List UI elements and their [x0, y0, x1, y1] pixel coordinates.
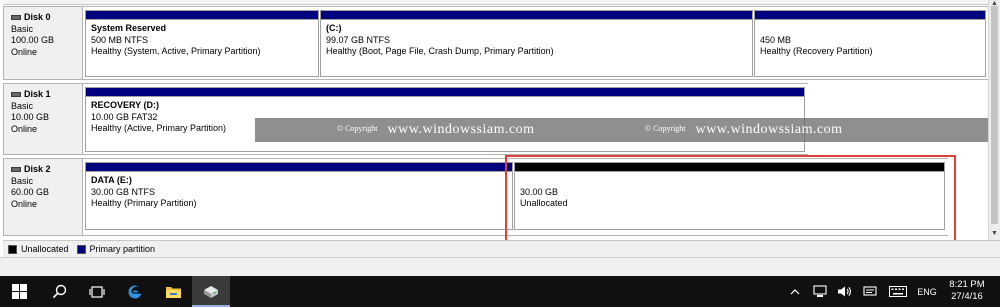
legend-label: Unallocated [21, 244, 69, 254]
input-language-button[interactable]: ENG [914, 276, 940, 307]
partition-status: Healthy (System, Active, Primary Partiti… [91, 46, 261, 56]
show-hidden-icons-button[interactable] [786, 276, 804, 307]
scrollbar-thumb[interactable] [991, 6, 998, 224]
search-button[interactable] [40, 276, 78, 307]
disk-status: Online [11, 123, 38, 134]
action-center-button[interactable] [860, 276, 880, 307]
watermark-right: © Copyright www.windowssiam.com [645, 122, 843, 138]
status-bar [0, 257, 1000, 276]
disk-size: 100.00 GB [11, 35, 55, 45]
scroll-down-icon[interactable]: ▼ [991, 230, 998, 238]
watermark-band: © Copyright www.windowssiam.com © Copyrig… [255, 118, 988, 142]
disk-icon [11, 167, 21, 173]
partition-name: DATA (E:) [91, 175, 132, 185]
partition-bar [86, 11, 318, 20]
legend: Unallocated Primary partition [3, 240, 1000, 257]
disk-label-0[interactable]: Disk 0 Basic 100.00 GB Online [3, 6, 83, 80]
watermark-copyright: © Copyright [645, 124, 686, 133]
file-explorer-button[interactable] [154, 276, 192, 307]
partition-detail: 99.07 GB NTFS [326, 34, 391, 45]
partition-name [760, 23, 985, 35]
disk-row-2[interactable]: Disk 2 Basic 60.00 GB Online DATA (E:) 3… [3, 158, 993, 236]
watermark-url: www.windowssiam.com [387, 122, 535, 137]
chevron-up-icon [790, 288, 800, 294]
partition-status: Healthy (Primary Partition) [91, 198, 197, 208]
disk-size: 60.00 GB [11, 187, 50, 197]
touch-keyboard-button[interactable] [886, 276, 910, 307]
disk-name: Disk 0 [24, 12, 51, 22]
partition-unallocated[interactable]: 30.00 GB Unallocated [514, 162, 945, 230]
task-view-icon [89, 285, 105, 298]
partition-detail: 450 MB [760, 34, 792, 45]
disk-label-1[interactable]: Disk 1 Basic 10.00 GB Online [3, 83, 83, 155]
watermark-url: www.windowssiam.com [695, 122, 843, 137]
start-button[interactable] [0, 276, 38, 307]
top-scroll-edge [3, 0, 988, 5]
disk-icon [11, 15, 21, 21]
disk-type: Basic [11, 175, 34, 186]
partition-system-reserved[interactable]: System Reserved 500 MB NTFS Healthy (Sys… [85, 10, 319, 77]
disk-icon [11, 92, 21, 98]
clock-time: 8:21 PM [949, 279, 985, 290]
disk-map-area: Disk 0 Basic 100.00 GB Online System Res… [0, 0, 1000, 257]
watermark-left: © Copyright www.windowssiam.com [337, 122, 535, 138]
tray-device-button[interactable] [810, 276, 830, 307]
volume-button[interactable] [834, 276, 854, 307]
partition-data-e[interactable]: DATA (E:) 30.00 GB NTFS Healthy (Primary… [85, 162, 513, 230]
speaker-icon [837, 286, 851, 297]
legend-swatch-primary [76, 244, 86, 254]
taskbar-clock[interactable]: 8:21 PM 27/4/16 [944, 279, 990, 303]
disk-status: Online [11, 46, 38, 57]
disk-status: Online [11, 198, 38, 209]
partition-name: System Reserved [91, 23, 167, 33]
disk-type: Basic [11, 23, 34, 34]
clock-date: 27/4/16 [951, 291, 983, 302]
disk-type: Basic [11, 100, 34, 111]
vertical-scrollbar[interactable]: ▲ ▼ [988, 0, 1000, 240]
device-icon [813, 285, 827, 297]
legend-item-primary: Primary partition [76, 244, 156, 254]
partition-bar [86, 88, 804, 97]
partition-name: RECOVERY (D:) [91, 100, 160, 110]
partition-c[interactable]: (C:) 99.07 GB NTFS Healthy (Boot, Page F… [320, 10, 753, 77]
edge-browser-icon [128, 284, 142, 298]
partition-bar [86, 163, 512, 172]
edge-button[interactable] [116, 276, 154, 307]
legend-swatch-unallocated [8, 244, 17, 254]
partition-detail: 30.00 GB [520, 186, 559, 197]
disk-name: Disk 2 [24, 164, 51, 174]
windows-logo-icon [11, 284, 27, 299]
partition-bar [755, 11, 985, 20]
disk-label-2[interactable]: Disk 2 Basic 60.00 GB Online [3, 158, 83, 236]
task-view-button[interactable] [78, 276, 116, 307]
disk-name: Disk 1 [24, 89, 51, 99]
language-indicator: ENG [917, 286, 937, 297]
taskbar: ENG 8:21 PM 27/4/16 [0, 276, 1000, 307]
keyboard-icon [889, 286, 907, 297]
folder-icon [165, 286, 181, 298]
message-icon [863, 285, 877, 296]
disk-management-icon [204, 285, 218, 298]
partition-recovery[interactable]: 450 MB Healthy (Recovery Partition) [754, 10, 986, 77]
unallocated-bar [515, 163, 944, 172]
search-icon [52, 284, 66, 299]
disk-row-0[interactable]: Disk 0 Basic 100.00 GB Online System Res… [3, 6, 993, 80]
partition-status: Healthy (Recovery Partition) [760, 46, 873, 56]
partition-name [520, 175, 944, 187]
partition-bar [321, 11, 752, 20]
disk-size: 10.00 GB [11, 112, 50, 122]
partition-status: Healthy (Boot, Page File, Crash Dump, Pr… [326, 46, 554, 56]
partition-detail: 30.00 GB NTFS [91, 186, 156, 197]
partition-detail: 500 MB NTFS [91, 34, 149, 45]
partition-status: Unallocated [520, 198, 568, 208]
watermark-copyright: © Copyright [337, 124, 378, 133]
legend-label: Primary partition [89, 244, 156, 254]
legend-item-unallocated: Unallocated [8, 244, 69, 254]
disk-management-taskbar-button[interactable] [192, 276, 230, 307]
partition-name: (C:) [326, 23, 342, 33]
